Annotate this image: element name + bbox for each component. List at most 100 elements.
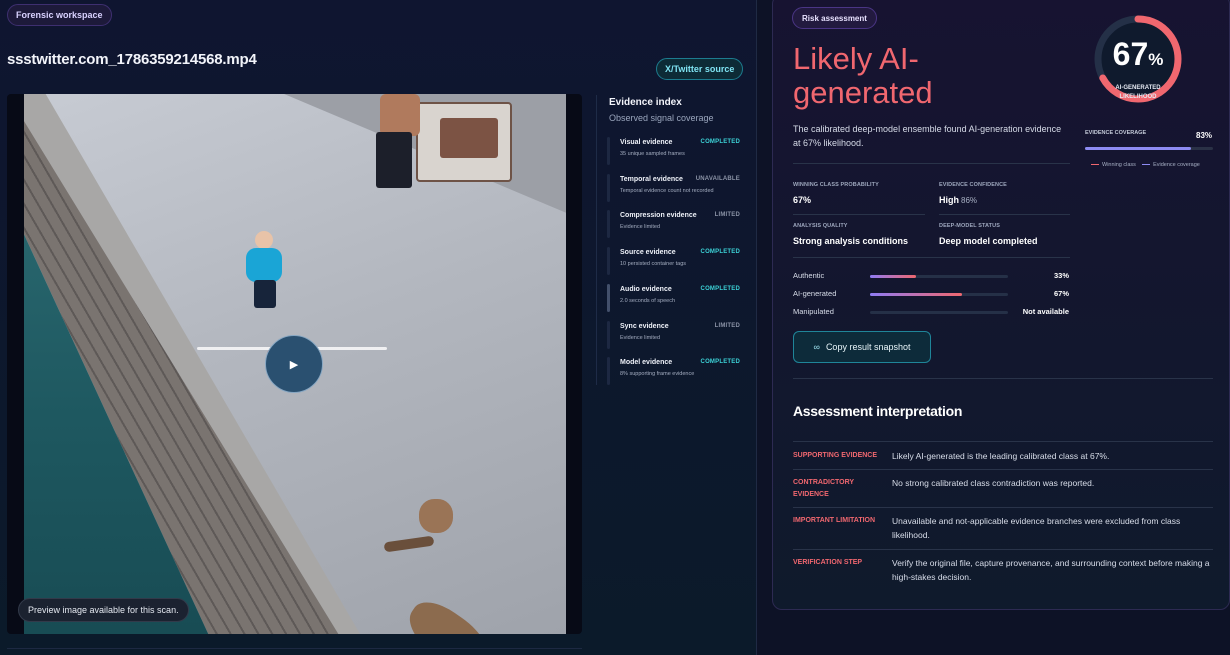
evidence-confidence-label: EVIDENCE CONFIDENCE <box>939 182 1007 188</box>
evidence-status: COMPLETED <box>700 249 740 255</box>
legend-coverage: Evidence coverage <box>1153 162 1200 168</box>
confidence-level: High <box>939 195 959 205</box>
class-bar-manipulated <box>870 311 1008 314</box>
evidence-status: LIMITED <box>714 323 740 329</box>
interpretation-text: Verify the original file, capture proven… <box>892 558 1210 582</box>
evidence-status: UNAVAILABLE <box>695 176 740 182</box>
winning-class-value: 67% <box>793 195 812 205</box>
evidence-name: Model evidence <box>620 359 673 366</box>
evidence-rail <box>607 174 610 202</box>
evidence-name: Compression evidence <box>620 212 697 219</box>
evidence-item-visual[interactable]: Visual evidence COMPLETED 35 unique samp… <box>607 137 742 169</box>
class-bar-fill <box>870 293 963 296</box>
class-bar-ai-generated <box>870 293 1008 296</box>
evidence-name: Audio evidence <box>620 286 672 293</box>
evidence-index-subtitle: Observed signal coverage <box>609 113 714 123</box>
legend-swatch-coverage <box>1142 164 1151 166</box>
interpretation-key: IMPORTANT LIMITATION <box>793 517 876 524</box>
preview-dog-head <box>419 499 453 533</box>
evidence-rail <box>607 357 610 385</box>
evidence-desc: 2.0 seconds of speech <box>620 298 676 304</box>
preview-child-body <box>246 248 282 282</box>
forensic-workspace-panel: Forensic workspace ssstwitter.com_178635… <box>0 0 757 655</box>
evidence-rail <box>607 137 610 165</box>
class-bar-value-authentic: 33% <box>1053 271 1069 280</box>
evidence-confidence-value: High 86% <box>939 195 977 205</box>
evidence-item-temporal[interactable]: Temporal evidence UNAVAILABLE Temporal e… <box>607 174 742 206</box>
evidence-item-sync[interactable]: Sync evidence LIMITED Evidence limited <box>607 321 742 353</box>
interpretation-text: Likely AI-generated is the leading calib… <box>892 451 1110 461</box>
evidence-item-model[interactable]: Model evidence COMPLETED 8% supporting f… <box>607 357 742 389</box>
evidence-desc: Evidence limited <box>620 224 661 230</box>
divider <box>793 257 1070 258</box>
class-bar-label-ai-generated: AI-generated <box>793 289 837 298</box>
evidence-item-source[interactable]: Source evidence COMPLETED 10 persisted c… <box>607 247 742 279</box>
evidence-desc: Evidence limited <box>620 335 661 341</box>
gauge-number: 67 <box>1112 36 1149 72</box>
coverage-bar <box>1085 147 1213 150</box>
evidence-name: Sync evidence <box>620 323 669 330</box>
divider <box>793 507 1213 508</box>
evidence-item-compression[interactable]: Compression evidence LIMITED Evidence li… <box>607 210 742 242</box>
evidence-desc: 10 persisted container tags <box>620 261 687 267</box>
preview-child-legs <box>254 280 276 308</box>
verdict-heading: Likely AI-generated <box>793 41 933 110</box>
divider <box>793 549 1213 550</box>
coverage-value: 83% <box>1196 131 1213 140</box>
evidence-name: Visual evidence <box>620 139 673 146</box>
evidence-status: COMPLETED <box>700 139 740 145</box>
interpretation-text: Unavailable and not-applicable evidence … <box>892 516 1181 540</box>
file-name-title: ssstwitter.com_1786359214568.mp4 <box>7 51 257 68</box>
legend-winning: Winning class <box>1102 162 1136 168</box>
evidence-status: LIMITED <box>714 212 740 218</box>
evidence-index: Evidence index Observed signal coverage … <box>596 95 741 385</box>
divider <box>793 469 1213 470</box>
legend-swatch-winning <box>1091 164 1099 166</box>
preview-dog-body <box>398 592 500 634</box>
class-bar-label-authentic: Authentic <box>793 271 825 280</box>
risk-assessment-panel: Risk assessment Likely AI-generated The … <box>772 0 1230 610</box>
source-badge[interactable]: X/Twitter source <box>656 58 744 80</box>
evidence-rail <box>607 210 610 238</box>
copy-button-label: Copy result snapshot <box>825 342 911 352</box>
preview-child-head <box>255 231 273 249</box>
divider <box>793 163 1070 164</box>
preview-note-chip: Preview image available for this scan. <box>18 598 189 622</box>
evidence-desc: Temporal evidence count not recorded <box>620 188 714 194</box>
coverage-bar-fill <box>1085 147 1192 150</box>
risk-assessment-badge: Risk assessment <box>792 7 877 29</box>
divider <box>793 214 925 215</box>
coverage-label: EVIDENCE COVERAGE <box>1085 130 1147 136</box>
evidence-rail <box>607 284 610 312</box>
gauge-value: 67% <box>1093 36 1183 73</box>
interpretation-text: No strong calibrated class contradiction… <box>892 478 1095 488</box>
interpretation-key: VERIFICATION STEP <box>793 559 863 566</box>
gauge-legend: Winning class Evidence coverage <box>1091 162 1200 168</box>
evidence-index-title: Evidence index <box>609 97 682 108</box>
evidence-name: Temporal evidence <box>620 176 683 183</box>
preview-cart-inner <box>440 118 498 158</box>
class-bar-fill <box>870 275 916 278</box>
workspace-badge: Forensic workspace <box>7 4 112 26</box>
divider <box>939 214 1070 215</box>
gauge-label: AI-GENERATED LIKELIHOOD <box>1093 84 1183 102</box>
evidence-rail <box>607 247 610 275</box>
workspace-divider <box>7 648 582 649</box>
likelihood-gauge: 67% AI-GENERATED LIKELIHOOD <box>1093 7 1183 111</box>
assessment-interpretation-title: Assessment interpretation <box>793 403 963 419</box>
copy-result-snapshot-button[interactable]: ∞ Copy result snapshot <box>793 331 931 363</box>
deep-model-status-label: DEEP-MODEL STATUS <box>939 223 1000 229</box>
class-bar-label-manipulated: Manipulated <box>793 307 834 316</box>
analysis-quality-label: ANALYSIS QUALITY <box>793 223 848 229</box>
video-player[interactable]: ▶ Preview image available for this scan. <box>7 94 582 634</box>
evidence-item-audio[interactable]: Audio evidence COMPLETED 2.0 seconds of … <box>607 284 742 316</box>
class-bar-value-manipulated: Not available <box>1022 307 1069 316</box>
gauge-label-line2: LIKELIHOOD <box>1119 94 1157 100</box>
evidence-name: Source evidence <box>620 249 676 256</box>
winning-class-label: WINNING CLASS PROBABILITY <box>793 182 879 188</box>
preview-person-legs <box>376 132 412 188</box>
play-button[interactable]: ▶ <box>265 335 323 393</box>
class-bar-authentic <box>870 275 1008 278</box>
interpretation-key: CONTRADICTORY EVIDENCE <box>793 479 854 498</box>
confidence-percent: 86% <box>961 196 978 205</box>
